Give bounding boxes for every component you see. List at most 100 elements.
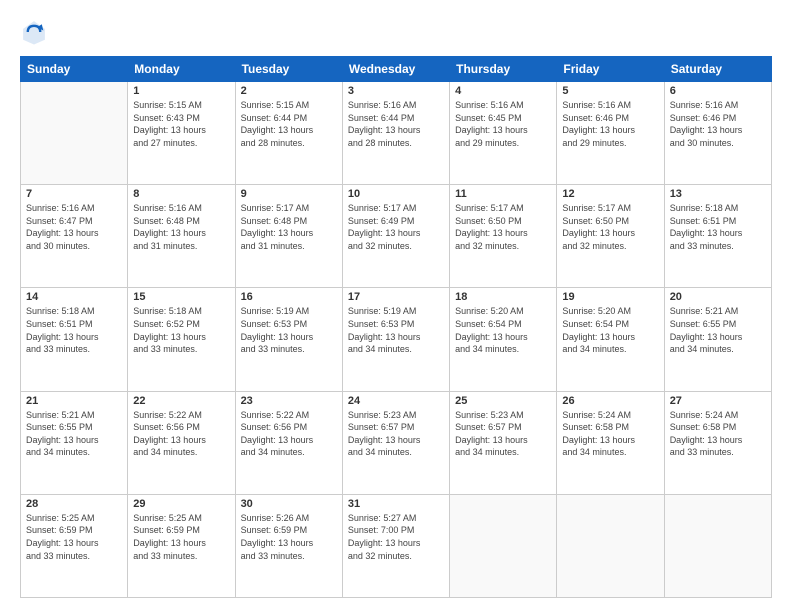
calendar-cell: 4Sunrise: 5:16 AM Sunset: 6:45 PM Daylig… bbox=[450, 82, 557, 185]
day-info: Sunrise: 5:21 AM Sunset: 6:55 PM Dayligh… bbox=[670, 305, 766, 355]
day-info: Sunrise: 5:20 AM Sunset: 6:54 PM Dayligh… bbox=[562, 305, 658, 355]
weekday-header-tuesday: Tuesday bbox=[235, 57, 342, 82]
calendar-cell: 29 Sunrise: 5:25 AM Sunset: 6:59 PM Dayli… bbox=[128, 494, 235, 597]
day-info: Sunrise: 5:22 AM Sunset: 6:56 PM Dayligh… bbox=[133, 409, 229, 459]
calendar-cell bbox=[557, 494, 664, 597]
day-number: 18 bbox=[455, 291, 551, 303]
day-info: Sunrise: 5:19 AM Sunset: 6:53 PM Dayligh… bbox=[241, 305, 337, 355]
weekday-header-wednesday: Wednesday bbox=[342, 57, 449, 82]
day-info: Sunrise: 5:16 AM Sunset: 6:46 PM Dayligh… bbox=[562, 99, 658, 149]
day-number: 16 bbox=[241, 291, 337, 303]
day-info: Sunrise: 5:17 AM Sunset: 6:48 PM Dayligh… bbox=[241, 202, 337, 252]
day-info: Sunrise: 5:15 AM Sunset: 6:43 PM Dayligh… bbox=[133, 99, 229, 149]
calendar-cell bbox=[664, 494, 771, 597]
calendar-cell: 16 Sunrise: 5:19 AM Sunset: 6:53 PM Dayli… bbox=[235, 288, 342, 391]
calendar-cell: 19 Sunrise: 5:20 AM Sunset: 6:54 PM Dayli… bbox=[557, 288, 664, 391]
day-info: Sunrise: 5:19 AM Sunset: 6:53 PM Dayligh… bbox=[348, 305, 444, 355]
calendar-cell: 18 Sunrise: 5:20 AM Sunset: 6:54 PM Dayli… bbox=[450, 288, 557, 391]
calendar-week-4: 21 Sunrise: 5:21 AM Sunset: 6:55 PM Dayli… bbox=[21, 391, 772, 494]
calendar-cell: 27 Sunrise: 5:24 AM Sunset: 6:58 PM Dayli… bbox=[664, 391, 771, 494]
day-number: 2 bbox=[241, 85, 337, 97]
calendar-cell: 23 Sunrise: 5:22 AM Sunset: 6:56 PM Dayli… bbox=[235, 391, 342, 494]
calendar-cell: 3 Sunrise: 5:16 AM Sunset: 6:44 PM Daylig… bbox=[342, 82, 449, 185]
day-info: Sunrise: 5:18 AM Sunset: 6:52 PM Dayligh… bbox=[133, 305, 229, 355]
day-info: Sunrise: 5:22 AM Sunset: 6:56 PM Dayligh… bbox=[241, 409, 337, 459]
day-info: Sunrise: 5:17 AM Sunset: 6:49 PM Dayligh… bbox=[348, 202, 444, 252]
calendar-cell: 31 Sunrise: 5:27 AM Sunset: 7:00 PM Dayli… bbox=[342, 494, 449, 597]
day-number: 20 bbox=[670, 291, 766, 303]
day-info: Sunrise: 5:24 AM Sunset: 6:58 PM Dayligh… bbox=[670, 409, 766, 459]
day-number: 31 bbox=[348, 498, 444, 510]
calendar-cell: 5Sunrise: 5:16 AM Sunset: 6:46 PM Daylig… bbox=[557, 82, 664, 185]
day-number: 9 bbox=[241, 188, 337, 200]
logo bbox=[20, 18, 52, 46]
calendar-cell: 28 Sunrise: 5:25 AM Sunset: 6:59 PM Dayli… bbox=[21, 494, 128, 597]
day-info: Sunrise: 5:18 AM Sunset: 6:51 PM Dayligh… bbox=[26, 305, 122, 355]
day-info: Sunrise: 5:25 AM Sunset: 6:59 PM Dayligh… bbox=[133, 512, 229, 562]
day-info: Sunrise: 5:17 AM Sunset: 6:50 PM Dayligh… bbox=[562, 202, 658, 252]
day-number: 8 bbox=[133, 188, 229, 200]
calendar-cell: 2 Sunrise: 5:15 AM Sunset: 6:44 PM Daylig… bbox=[235, 82, 342, 185]
day-info: Sunrise: 5:25 AM Sunset: 6:59 PM Dayligh… bbox=[26, 512, 122, 562]
calendar-table: SundayMondayTuesdayWednesdayThursdayFrid… bbox=[20, 56, 772, 598]
calendar-week-2: 7Sunrise: 5:16 AM Sunset: 6:47 PM Daylig… bbox=[21, 185, 772, 288]
day-info: Sunrise: 5:16 AM Sunset: 6:46 PM Dayligh… bbox=[670, 99, 766, 149]
day-number: 11 bbox=[455, 188, 551, 200]
day-number: 14 bbox=[26, 291, 122, 303]
day-number: 10 bbox=[348, 188, 444, 200]
weekday-header-sunday: Sunday bbox=[21, 57, 128, 82]
weekday-header-friday: Friday bbox=[557, 57, 664, 82]
calendar-cell: 26Sunrise: 5:24 AM Sunset: 6:58 PM Dayli… bbox=[557, 391, 664, 494]
day-info: Sunrise: 5:15 AM Sunset: 6:44 PM Dayligh… bbox=[241, 99, 337, 149]
calendar-cell: 21 Sunrise: 5:21 AM Sunset: 6:55 PM Dayli… bbox=[21, 391, 128, 494]
weekday-header-row: SundayMondayTuesdayWednesdayThursdayFrid… bbox=[21, 57, 772, 82]
day-number: 1 bbox=[133, 85, 229, 97]
day-number: 3 bbox=[348, 85, 444, 97]
calendar-cell: 20 Sunrise: 5:21 AM Sunset: 6:55 PM Dayli… bbox=[664, 288, 771, 391]
calendar-cell: 22 Sunrise: 5:22 AM Sunset: 6:56 PM Dayli… bbox=[128, 391, 235, 494]
day-info: Sunrise: 5:16 AM Sunset: 6:48 PM Dayligh… bbox=[133, 202, 229, 252]
calendar-cell: 8 Sunrise: 5:16 AM Sunset: 6:48 PM Daylig… bbox=[128, 185, 235, 288]
day-number: 12 bbox=[562, 188, 658, 200]
calendar-cell: 7Sunrise: 5:16 AM Sunset: 6:47 PM Daylig… bbox=[21, 185, 128, 288]
weekday-header-saturday: Saturday bbox=[664, 57, 771, 82]
header bbox=[20, 18, 772, 46]
day-number: 29 bbox=[133, 498, 229, 510]
day-number: 24 bbox=[348, 395, 444, 407]
calendar-cell: 1 Sunrise: 5:15 AM Sunset: 6:43 PM Daylig… bbox=[128, 82, 235, 185]
day-info: Sunrise: 5:16 AM Sunset: 6:44 PM Dayligh… bbox=[348, 99, 444, 149]
day-info: Sunrise: 5:21 AM Sunset: 6:55 PM Dayligh… bbox=[26, 409, 122, 459]
day-number: 30 bbox=[241, 498, 337, 510]
logo-icon bbox=[20, 18, 48, 46]
day-info: Sunrise: 5:16 AM Sunset: 6:45 PM Dayligh… bbox=[455, 99, 551, 149]
day-info: Sunrise: 5:27 AM Sunset: 7:00 PM Dayligh… bbox=[348, 512, 444, 562]
day-number: 23 bbox=[241, 395, 337, 407]
calendar-cell: 25 Sunrise: 5:23 AM Sunset: 6:57 PM Dayli… bbox=[450, 391, 557, 494]
weekday-header-thursday: Thursday bbox=[450, 57, 557, 82]
day-info: Sunrise: 5:18 AM Sunset: 6:51 PM Dayligh… bbox=[670, 202, 766, 252]
day-number: 27 bbox=[670, 395, 766, 407]
calendar-week-5: 28 Sunrise: 5:25 AM Sunset: 6:59 PM Dayli… bbox=[21, 494, 772, 597]
day-number: 7 bbox=[26, 188, 122, 200]
calendar-cell: 24Sunrise: 5:23 AM Sunset: 6:57 PM Dayli… bbox=[342, 391, 449, 494]
day-info: Sunrise: 5:20 AM Sunset: 6:54 PM Dayligh… bbox=[455, 305, 551, 355]
day-number: 21 bbox=[26, 395, 122, 407]
calendar-cell: 13Sunrise: 5:18 AM Sunset: 6:51 PM Dayli… bbox=[664, 185, 771, 288]
calendar-cell bbox=[450, 494, 557, 597]
calendar-cell: 9 Sunrise: 5:17 AM Sunset: 6:48 PM Daylig… bbox=[235, 185, 342, 288]
day-number: 22 bbox=[133, 395, 229, 407]
calendar-cell: 10 Sunrise: 5:17 AM Sunset: 6:49 PM Dayli… bbox=[342, 185, 449, 288]
calendar-cell: 6Sunrise: 5:16 AM Sunset: 6:46 PM Daylig… bbox=[664, 82, 771, 185]
page: SundayMondayTuesdayWednesdayThursdayFrid… bbox=[0, 0, 792, 612]
calendar-cell: 30Sunrise: 5:26 AM Sunset: 6:59 PM Dayli… bbox=[235, 494, 342, 597]
calendar-cell: 17Sunrise: 5:19 AM Sunset: 6:53 PM Dayli… bbox=[342, 288, 449, 391]
day-number: 28 bbox=[26, 498, 122, 510]
day-number: 19 bbox=[562, 291, 658, 303]
day-number: 15 bbox=[133, 291, 229, 303]
day-number: 25 bbox=[455, 395, 551, 407]
day-info: Sunrise: 5:24 AM Sunset: 6:58 PM Dayligh… bbox=[562, 409, 658, 459]
day-info: Sunrise: 5:17 AM Sunset: 6:50 PM Dayligh… bbox=[455, 202, 551, 252]
calendar-cell: 15 Sunrise: 5:18 AM Sunset: 6:52 PM Dayli… bbox=[128, 288, 235, 391]
day-info: Sunrise: 5:23 AM Sunset: 6:57 PM Dayligh… bbox=[455, 409, 551, 459]
calendar-cell: 11 Sunrise: 5:17 AM Sunset: 6:50 PM Dayli… bbox=[450, 185, 557, 288]
